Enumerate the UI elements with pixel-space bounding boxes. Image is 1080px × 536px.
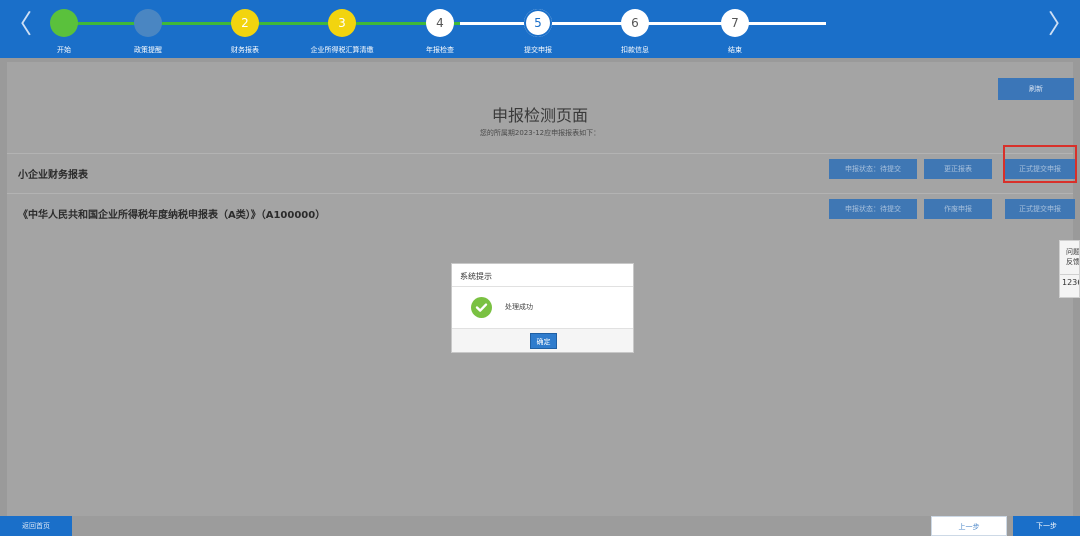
- formal-submit-button[interactable]: 正式提交申报: [1005, 159, 1075, 179]
- feedback-number: 1236: [1062, 278, 1079, 287]
- step-progress-bar: 〈 〉 开始 政策提醒 2 财务报表 3 企业所得税汇算清缴 4 年报检查 5 …: [0, 0, 1080, 58]
- dialog-title: 系统提示: [460, 272, 492, 281]
- page-subtitle: 您的所属期2023-12应申报报表如下：: [479, 129, 601, 137]
- report-row-title: 《中华人民共和国企业所得税年度纳税申报表（A类）》（A100000）: [18, 210, 326, 221]
- bottom-bar: 返回首页 上一步 下一步: [0, 516, 1080, 536]
- previous-step-button[interactable]: 上一步: [931, 516, 1007, 536]
- step-submit-declaration-dot: 5: [524, 9, 552, 37]
- step-financial-statements-label: 财务报表: [231, 46, 259, 54]
- next-step-button[interactable]: 下一步: [1013, 516, 1080, 536]
- step-deduction-info-dot: 6: [621, 9, 649, 37]
- formal-submit-button[interactable]: 正式提交申报: [1005, 199, 1075, 219]
- step-start[interactable]: 开始: [19, 0, 109, 58]
- step-start-label: 开始: [57, 46, 71, 54]
- step-end[interactable]: 7 结束: [690, 0, 780, 58]
- dialog-message: 处理成功: [505, 303, 533, 311]
- step-income-tax-settlement-dot: 3: [328, 9, 356, 37]
- chevron-right-icon[interactable]: 〉: [1048, 12, 1074, 38]
- void-declaration-button[interactable]: 作废申报: [924, 199, 992, 219]
- report-row: 小企业财务报表 申报状态：待提交 更正报表 正式提交申报: [7, 153, 1075, 189]
- step-policy-reminder-dot: [134, 9, 162, 37]
- system-prompt-dialog: 系统提示 处理成功 确定: [451, 263, 634, 353]
- feedback-label: 问题反馈: [1066, 248, 1080, 266]
- confirm-button[interactable]: 确定: [530, 333, 557, 349]
- step-income-tax-settlement[interactable]: 3 企业所得税汇算清缴: [297, 0, 387, 58]
- success-check-icon: [471, 297, 492, 318]
- step-annual-report-check-label: 年报检查: [426, 46, 454, 54]
- step-deduction-info-label: 扣款信息: [621, 46, 649, 54]
- step-submit-declaration-label: 提交申报: [524, 46, 552, 54]
- step-income-tax-settlement-label: 企业所得税汇算清缴: [310, 46, 374, 54]
- step-policy-reminder[interactable]: 政策提醒: [103, 0, 193, 58]
- return-home-button[interactable]: 返回首页: [0, 516, 72, 536]
- step-financial-statements[interactable]: 2 财务报表: [200, 0, 290, 58]
- refresh-button[interactable]: 刷新: [998, 78, 1074, 100]
- step-start-dot: [50, 9, 78, 37]
- step-end-label: 结束: [728, 46, 742, 54]
- feedback-side-tab[interactable]: 问题反馈 1236: [1059, 240, 1080, 298]
- step-submit-declaration[interactable]: 5 提交申报: [493, 0, 583, 58]
- declaration-status-button[interactable]: 申报状态：待提交: [829, 199, 917, 219]
- step-annual-report-check-dot: 4: [426, 9, 454, 37]
- dialog-footer: 确定: [452, 328, 633, 352]
- dialog-header: 系统提示: [452, 264, 633, 287]
- declaration-status-button[interactable]: 申报状态：待提交: [829, 159, 917, 179]
- page-title: 申报检测页面: [491, 106, 588, 125]
- report-row-title: 小企业财务报表: [18, 170, 88, 181]
- step-annual-report-check[interactable]: 4 年报检查: [395, 0, 485, 58]
- step-end-dot: 7: [721, 9, 749, 37]
- step-policy-reminder-label: 政策提醒: [134, 46, 162, 54]
- report-row: 《中华人民共和国企业所得税年度纳税申报表（A类）》（A100000） 申报状态：…: [7, 193, 1075, 229]
- divider: [1060, 274, 1079, 275]
- step-deduction-info[interactable]: 6 扣款信息: [590, 0, 680, 58]
- step-financial-statements-dot: 2: [231, 9, 259, 37]
- correct-report-button[interactable]: 更正报表: [924, 159, 992, 179]
